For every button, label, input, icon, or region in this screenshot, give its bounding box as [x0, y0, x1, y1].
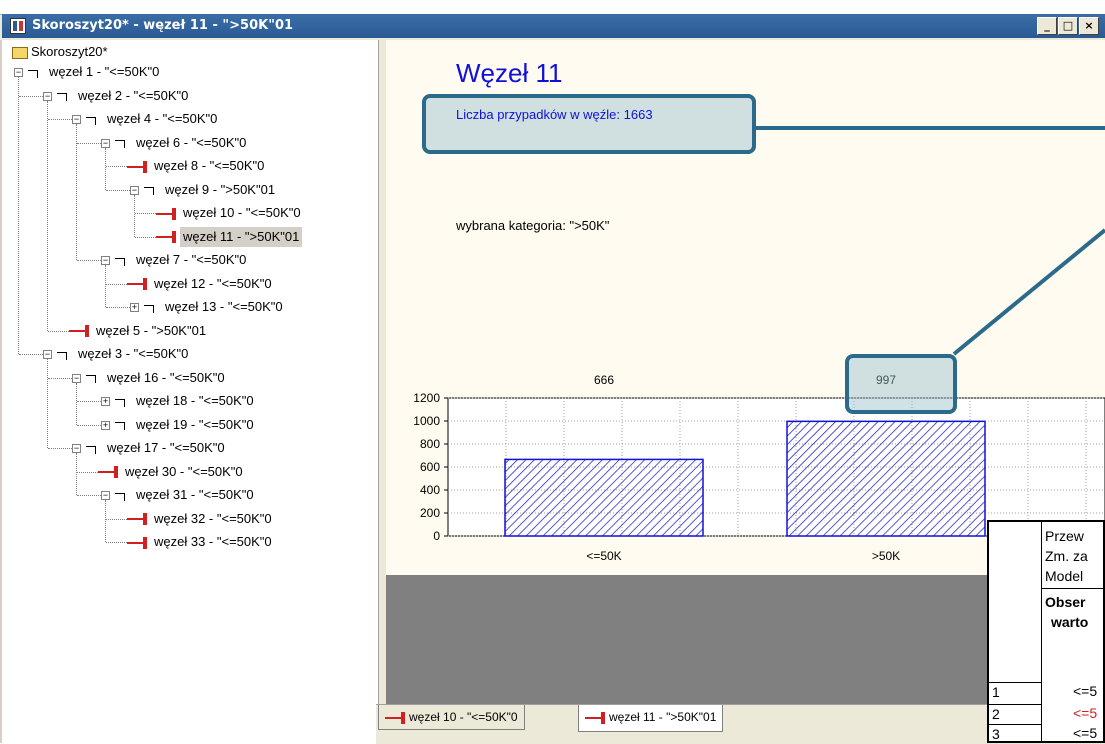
- spreadsheet-row-number[interactable]: 1: [989, 682, 1041, 702]
- spreadsheet-col-header-1: Obser: [1045, 594, 1086, 610]
- sheet-tab[interactable]: węzeł 10 - "<=50K"0: [378, 705, 525, 730]
- callout-arrows: [756, 126, 1105, 356]
- sheet-tab-label: węzeł 11 - ">50K"01: [609, 710, 717, 724]
- spreadsheet-cell[interactable]: <=5: [1073, 682, 1097, 700]
- spreadsheet-row-number[interactable]: 2: [989, 704, 1041, 724]
- spreadsheet-separator: [1041, 588, 1103, 589]
- spreadsheet-header-1: Przew: [1045, 528, 1084, 544]
- sheet-tab[interactable]: węzeł 11 - ">50K"01: [578, 705, 724, 732]
- callout-arrow-value: [952, 228, 1105, 356]
- spreadsheet-row-number[interactable]: 3: [989, 724, 1041, 741]
- spreadsheet-header-2: Zm. za: [1045, 548, 1088, 564]
- spreadsheet-window[interactable]: Przew Zm. za Model Obser warto 1 <=5 2 <=5 3…: [987, 520, 1105, 743]
- leaf-node-icon: [385, 711, 407, 725]
- spreadsheet-cell[interactable]: <=5: [1073, 724, 1097, 741]
- spreadsheet-col-header-2: warto: [1051, 614, 1089, 630]
- leaf-node-icon: [585, 711, 607, 725]
- spreadsheet-cell[interactable]: <=5: [1073, 704, 1097, 722]
- sheet-tab-label: węzeł 10 - "<=50K"0: [409, 710, 518, 724]
- spreadsheet-divider: [1041, 522, 1042, 741]
- spreadsheet-header-3: Model: [1045, 568, 1084, 584]
